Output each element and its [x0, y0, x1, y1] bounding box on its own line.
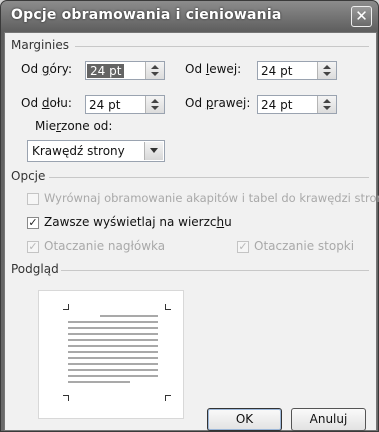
preview-text-line — [68, 351, 158, 353]
preview-text-line — [68, 321, 158, 323]
bottom-margin-value[interactable]: 24 pt — [89, 98, 120, 112]
dialog-title: Opcje obramowania i cieniowania — [11, 7, 282, 23]
preview-text-line — [100, 315, 158, 317]
preview-separator — [61, 270, 369, 271]
dialog-window: Opcje obramowania i cieniowania ✕ Margin… — [0, 0, 379, 432]
top-margin-spin-buttons[interactable] — [145, 62, 164, 79]
left-margin-label: Od lewej: — [185, 62, 242, 76]
spin-down-icon[interactable] — [323, 72, 331, 76]
right-margin-value[interactable]: 24 pt — [261, 98, 292, 112]
top-margin-value[interactable]: 24 pt — [87, 64, 125, 78]
title-bar[interactable]: Opcje obramowania i cieniowania ✕ — [1, 1, 378, 32]
corner-mark-bottom-left — [63, 395, 69, 401]
left-margin-value[interactable]: 24 pt — [261, 64, 292, 78]
top-margin-label: Od góry: — [21, 62, 73, 76]
footer-wrap-checkbox[interactable]: ✓ — [237, 241, 249, 253]
check-icon: ✓ — [238, 240, 248, 253]
spin-up-icon[interactable] — [323, 65, 331, 69]
margins-separator — [75, 46, 369, 47]
preview-text-line — [68, 357, 158, 359]
check-icon: ✓ — [28, 240, 38, 253]
preview-text-line — [68, 333, 158, 335]
ok-button[interactable]: OK — [207, 408, 282, 431]
corner-mark-bottom-right — [165, 395, 171, 401]
bottom-margin-spin-buttons[interactable] — [145, 96, 164, 113]
spin-up-icon[interactable] — [323, 99, 331, 103]
corner-mark-top-left — [63, 304, 69, 310]
measure-from-label: Mierzone od: — [35, 119, 113, 133]
left-margin-spinner[interactable]: 24 pt — [257, 61, 337, 80]
preview-page — [38, 290, 184, 419]
right-margin-spinner[interactable]: 24 pt — [257, 95, 337, 114]
top-margin-spinner[interactable]: 24 pt — [85, 61, 165, 80]
dialog-body: Marginies Od góry: 24 pt Od lewej: 24 pt… — [4, 32, 379, 431]
chevron-down-icon[interactable] — [144, 142, 163, 160]
spin-up-icon[interactable] — [151, 99, 159, 103]
preview-text-line — [68, 345, 158, 347]
close-icon: ✕ — [355, 7, 368, 25]
always-front-checkbox[interactable]: ✓ — [27, 217, 39, 229]
preview-text-line — [68, 369, 158, 371]
check-icon: ✓ — [28, 216, 38, 229]
preview-text-line — [68, 381, 130, 383]
preview-text-line — [68, 375, 158, 377]
margins-group-label: Marginies — [11, 38, 69, 52]
close-button[interactable]: ✕ — [351, 6, 372, 27]
spin-down-icon[interactable] — [323, 106, 331, 110]
spin-up-icon[interactable] — [151, 65, 159, 69]
bottom-margin-spinner[interactable]: 24 pt — [85, 95, 165, 114]
cancel-button[interactable]: Anuluj — [291, 408, 366, 431]
options-separator — [49, 177, 369, 178]
measure-from-select[interactable]: Krawędź strony — [27, 140, 165, 162]
right-margin-spin-buttons[interactable] — [317, 96, 336, 113]
right-margin-label: Od prawej: — [185, 96, 251, 110]
preview-text-line — [68, 327, 158, 329]
spin-down-icon[interactable] — [151, 72, 159, 76]
preview-text-line — [68, 339, 158, 341]
always-front-label: Zawsze wyświetlaj na wierzchu — [44, 215, 232, 229]
corner-mark-top-right — [165, 304, 171, 310]
measure-from-value[interactable]: Krawędź strony — [32, 144, 125, 158]
preview-text-line — [68, 363, 158, 365]
left-margin-spin-buttons[interactable] — [317, 62, 336, 79]
footer-wrap-label: Otaczanie stopki — [254, 239, 355, 253]
align-borders-checkbox[interactable] — [27, 193, 39, 205]
options-group-label: Opcje — [11, 169, 46, 183]
header-wrap-checkbox[interactable]: ✓ — [27, 241, 39, 253]
align-borders-label: Wyrównaj obramowanie akapitów i tabel do… — [44, 191, 379, 205]
bottom-margin-label: Od dołu: — [21, 96, 72, 110]
preview-group-label: Podgląd — [11, 262, 59, 276]
spin-down-icon[interactable] — [151, 106, 159, 110]
header-wrap-label: Otaczanie nagłówka — [44, 239, 166, 253]
